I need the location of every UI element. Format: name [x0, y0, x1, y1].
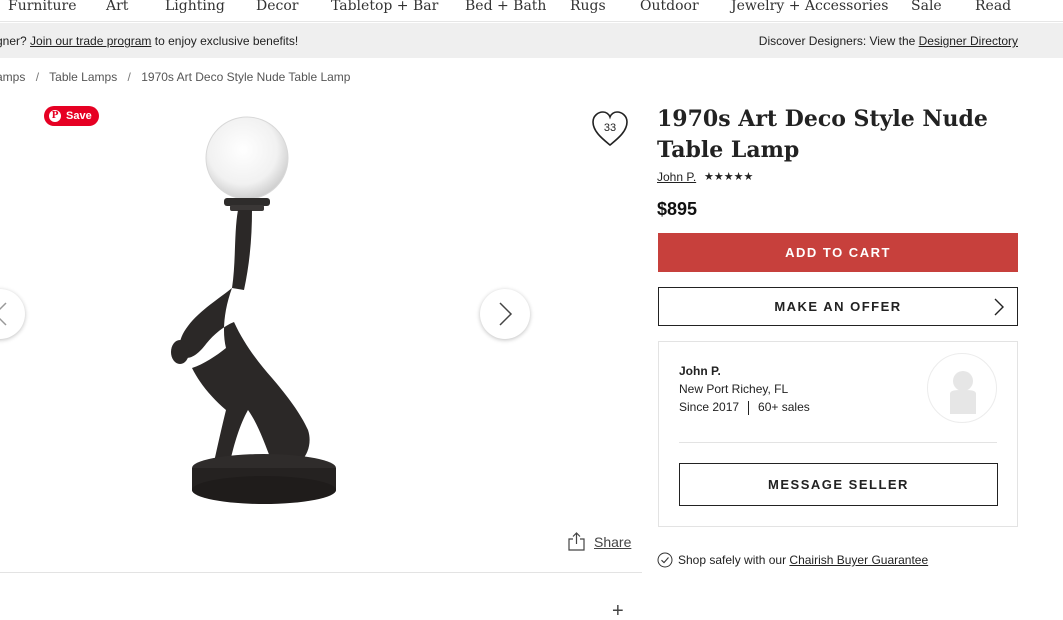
- check-circle-icon: [657, 552, 673, 568]
- favorites-count: 33: [603, 122, 617, 134]
- share-button[interactable]: Share: [568, 532, 631, 551]
- seller-sales-count: 60+ sales: [758, 400, 810, 414]
- seller-card-divider: [679, 442, 997, 443]
- share-icon: [568, 532, 585, 551]
- chevron-right-icon: [994, 298, 1004, 316]
- product-price: $895: [657, 199, 698, 219]
- trade-banner-suffix: to enjoy exclusive benefits!: [151, 34, 299, 48]
- seller-location: New Port Richey, FL: [679, 382, 789, 396]
- trade-program-link[interactable]: Join our trade program: [30, 34, 151, 48]
- nav-item-bed-bath[interactable]: Bed + Bath: [465, 0, 546, 14]
- nav-item-tabletop-bar[interactable]: Tabletop + Bar: [331, 0, 438, 14]
- nav-item-read[interactable]: Read: [975, 0, 1011, 14]
- breadcrumb-separator: /: [35, 70, 40, 84]
- share-label: Share: [594, 533, 632, 550]
- breadcrumb-item-lamps[interactable]: amps: [0, 70, 25, 84]
- add-to-cart-button[interactable]: ADD TO CART: [658, 233, 1018, 272]
- designer-directory-message: Discover Designers: View the Designer Di…: [759, 34, 1018, 48]
- plus-icon[interactable]: +: [612, 601, 624, 620]
- previous-image-button[interactable]: [0, 289, 25, 339]
- buyer-guarantee: Shop safely with our Chairish Buyer Guar…: [657, 552, 928, 568]
- seller-card-name: John P.: [679, 364, 721, 378]
- seller-since: Since 2017: [679, 400, 740, 414]
- trade-banner: gner? Join our trade program to enjoy ex…: [0, 23, 1063, 58]
- trade-banner-prefix: gner?: [0, 34, 27, 48]
- seller-meta: Since 2017 60+ sales: [679, 400, 810, 415]
- message-seller-button[interactable]: MESSAGE SELLER: [679, 463, 998, 506]
- pinterest-save-button[interactable]: P Save: [44, 106, 99, 126]
- guarantee-text: Shop safely with our Chairish Buyer Guar…: [678, 553, 928, 567]
- chevron-left-icon: [0, 302, 7, 326]
- chevron-right-icon: [499, 302, 513, 326]
- nav-item-art[interactable]: Art: [106, 0, 128, 14]
- breadcrumb-item-current: 1970s Art Deco Style Nude Table Lamp: [141, 70, 351, 84]
- designer-banner-prefix: Discover Designers: View the: [758, 34, 919, 48]
- nav-item-decor[interactable]: Decor: [256, 0, 298, 14]
- favorite-button[interactable]: 33: [590, 110, 630, 148]
- make-an-offer-label: MAKE AN OFFER: [774, 299, 902, 314]
- section-divider: [0, 572, 642, 573]
- pinterest-icon: P: [49, 110, 61, 122]
- breadcrumb-item-table-lamps[interactable]: Table Lamps: [49, 70, 117, 84]
- nav-item-rugs[interactable]: Rugs: [570, 0, 606, 14]
- product-image[interactable]: [160, 112, 360, 512]
- trade-banner-message: gner? Join our trade program to enjoy ex…: [0, 34, 298, 48]
- breadcrumb-separator: /: [127, 70, 131, 84]
- top-navigation: Furniture Art Lighting Decor Tabletop + …: [0, 0, 1063, 22]
- seller-card: John P. New Port Richey, FL Since 2017 60…: [658, 341, 1018, 527]
- product-title: 1970s Art Deco Style Nude Table Lamp: [657, 106, 988, 163]
- designer-directory-link[interactable]: Designer Directory: [919, 34, 1018, 48]
- avatar-silhouette-icon: [950, 371, 976, 414]
- nav-item-jewelry-accessories[interactable]: Jewelry + Accessories: [731, 0, 888, 14]
- pinterest-save-label: Save: [66, 110, 92, 122]
- make-an-offer-button[interactable]: MAKE AN OFFER: [658, 287, 1018, 326]
- meta-divider: [748, 400, 750, 415]
- seller-rating-stars: ★★★★★: [704, 171, 754, 183]
- nav-item-furniture[interactable]: Furniture: [8, 0, 77, 14]
- seller-name-link[interactable]: John P.: [657, 170, 696, 184]
- guarantee-prefix: Shop safely with our: [678, 553, 790, 567]
- seller-avatar[interactable]: [927, 353, 997, 423]
- breadcrumb: amps / Table Lamps / 1970s Art Deco Styl…: [0, 70, 350, 84]
- buyer-guarantee-link[interactable]: Chairish Buyer Guarantee: [789, 553, 928, 567]
- nav-item-outdoor[interactable]: Outdoor: [640, 0, 699, 14]
- nav-item-lighting[interactable]: Lighting: [165, 0, 225, 14]
- next-image-button[interactable]: [480, 289, 530, 339]
- nav-item-sale[interactable]: Sale: [911, 0, 942, 14]
